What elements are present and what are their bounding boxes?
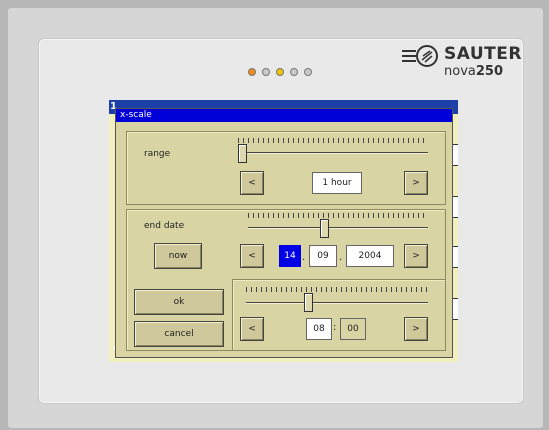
day-field[interactable]: 14	[279, 245, 301, 267]
dialog-title: x-scale	[120, 110, 152, 120]
brand-name: SAUTER	[444, 44, 522, 64]
time-separator: :	[333, 322, 337, 333]
time-slider-thumb[interactable]	[304, 293, 313, 312]
led-3	[276, 68, 284, 76]
minute-field[interactable]: 00	[340, 318, 366, 340]
year-field[interactable]: 2004	[346, 245, 394, 267]
led-2	[262, 68, 270, 76]
date-slider-thumb[interactable]	[320, 219, 329, 238]
touch-screen: 1 < 2 x-scale range < 1 hour > end date …	[109, 100, 458, 362]
time-slider-track[interactable]	[246, 302, 428, 303]
end-date-label: end date	[144, 221, 185, 231]
sauter-logo: SAUTER nova250	[400, 44, 522, 92]
date-slider-track[interactable]	[248, 227, 428, 228]
model-prefix: nova	[444, 64, 476, 79]
range-next-button[interactable]: >	[404, 171, 428, 195]
led-5	[304, 68, 312, 76]
time-prev-button[interactable]: <	[240, 317, 264, 341]
led-4	[290, 68, 298, 76]
cancel-button[interactable]: cancel	[134, 321, 224, 347]
date-slider-ticks	[248, 213, 428, 218]
range-slider-track[interactable]	[238, 152, 428, 153]
model-number: 250	[475, 64, 503, 79]
date-separator-2: .	[339, 252, 343, 263]
model-name: nova250	[444, 64, 503, 79]
range-slider-thumb[interactable]	[238, 144, 247, 163]
month-field[interactable]: 09	[309, 245, 337, 267]
dialog-titlebar: x-scale	[116, 109, 452, 122]
x-scale-dialog: x-scale range < 1 hour > end date now < …	[115, 108, 453, 358]
range-slider-ticks	[238, 138, 428, 143]
range-prev-button[interactable]: <	[240, 171, 264, 195]
time-next-button[interactable]: >	[404, 317, 428, 341]
status-leds	[248, 68, 312, 76]
led-1	[248, 68, 256, 76]
ok-button[interactable]: ok	[134, 289, 224, 315]
sauter-logo-icon	[402, 45, 438, 67]
date-separator-1: .	[302, 252, 306, 263]
date-prev-button[interactable]: <	[240, 244, 264, 268]
range-label: range	[144, 149, 171, 159]
time-slider-ticks	[246, 287, 428, 292]
now-button[interactable]: now	[154, 243, 202, 269]
date-next-button[interactable]: >	[404, 244, 428, 268]
hour-field[interactable]: 08	[306, 318, 332, 340]
range-value-field[interactable]: 1 hour	[312, 172, 362, 194]
